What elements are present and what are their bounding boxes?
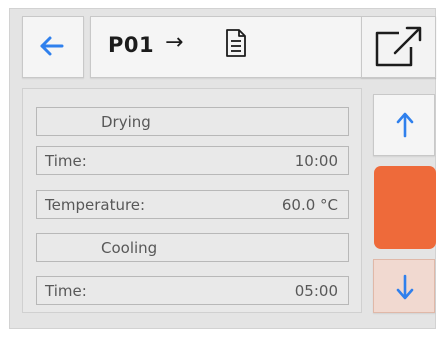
step-row-drying-time[interactable]: Time: 10:00: [36, 146, 349, 175]
section-label: Cooling: [101, 239, 158, 257]
arrow-up-icon: [396, 112, 414, 138]
section-label: Drying: [101, 113, 151, 131]
field-label: Temperature:: [45, 196, 146, 214]
arrow-left-icon: [40, 36, 64, 56]
program-label: P01: [108, 33, 155, 57]
program-arrow: →: [165, 30, 184, 55]
step-row-cooling-time[interactable]: Time: 05:00: [36, 276, 349, 305]
arrow-down-icon: [396, 274, 414, 300]
document-icon[interactable]: [225, 28, 247, 58]
open-external-icon: [375, 26, 422, 67]
field-label: Time:: [45, 152, 87, 170]
field-value: 60.0 °C: [281, 196, 338, 214]
section-header-cooling[interactable]: Cooling: [36, 233, 349, 262]
field-label: Time:: [45, 282, 87, 300]
scrollbar-thumb[interactable]: [374, 166, 436, 249]
field-value: 05:00: [294, 282, 338, 300]
section-header-drying[interactable]: Drying: [36, 107, 349, 136]
step-row-temperature[interactable]: Temperature: 60.0 °C: [36, 190, 349, 219]
field-value: 10:00: [294, 152, 338, 170]
